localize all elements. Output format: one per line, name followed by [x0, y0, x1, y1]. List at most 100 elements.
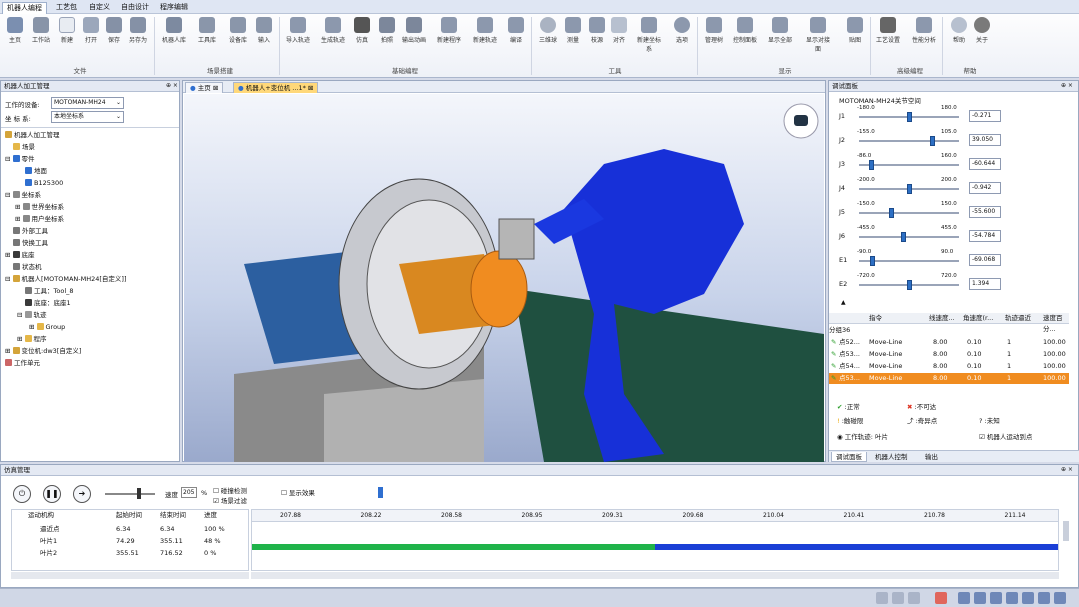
tree-item-coordinate-systems[interactable]: ⊟ 坐标系	[5, 190, 41, 201]
speed-input[interactable]: 205	[181, 487, 197, 498]
robot-library-button[interactable]: 机器人库	[162, 17, 186, 44]
tree-item-trajectory[interactable]: ⊟ 轨迹	[17, 310, 47, 321]
tree-item-state-machine[interactable]: 状态机	[13, 262, 42, 273]
joint-slider-thumb[interactable]	[907, 280, 912, 290]
view-top-icon[interactable]	[1022, 592, 1034, 604]
tree-item-positioner[interactable]: ⊞ 变位机:dw3[自定义]	[5, 346, 81, 357]
view-back-icon[interactable]	[974, 592, 986, 604]
joint-slider[interactable]	[859, 184, 959, 194]
robot-move-to-point-checkbox[interactable]: ☑ 机器人运动到点	[979, 431, 1032, 441]
tree-item-world-coord[interactable]: ⊞ 世界坐标系	[15, 202, 64, 213]
joint-value-input[interactable]: -0.942	[969, 182, 1001, 194]
speed-slider[interactable]	[105, 493, 155, 495]
horizontal-scrollbar-left[interactable]	[11, 572, 249, 579]
tree-item-base[interactable]: ⊞ 底座	[5, 250, 35, 261]
home-button[interactable]: 主页	[3, 17, 27, 44]
new-button[interactable]: 新建	[55, 17, 79, 44]
tree-item-robot-base[interactable]: 底座：底座1	[25, 298, 71, 309]
menu-tab-process-package[interactable]: 工艺包	[52, 2, 81, 14]
workstation-button[interactable]: 工作站	[29, 17, 53, 44]
joint-slider-thumb[interactable]	[930, 136, 935, 146]
new-program-button[interactable]: 新建程序	[437, 17, 461, 44]
save-as-button[interactable]: 另存为	[126, 17, 150, 44]
horizontal-scrollbar-right[interactable]	[251, 572, 1059, 579]
view-right-icon[interactable]	[1006, 592, 1018, 604]
pause-button[interactable]: ❚❚	[43, 485, 61, 503]
triangle-up-icon[interactable]: ▲	[841, 299, 846, 306]
about-button[interactable]: 关于	[970, 17, 994, 44]
tree-item-parts[interactable]: ⊟ 零件	[5, 154, 35, 165]
tree-item-program[interactable]: ⊞ 程序	[17, 334, 47, 345]
joint-slider[interactable]	[859, 112, 959, 122]
import-trajectory-button[interactable]: 导入轨迹	[286, 17, 310, 44]
menu-tab-custom[interactable]: 自定义	[85, 2, 114, 14]
joint-slider-thumb[interactable]	[907, 112, 912, 122]
joint-slider[interactable]	[859, 136, 959, 146]
joint-slider-thumb[interactable]	[907, 184, 912, 194]
3d-scene[interactable]	[184, 94, 824, 462]
timeline-marker[interactable]	[378, 487, 383, 498]
joint-slider[interactable]	[859, 160, 959, 170]
joint-value-input[interactable]: 39.050	[969, 134, 1001, 146]
joint-slider[interactable]	[859, 256, 959, 266]
performance-analysis-button[interactable]: 性能分析	[912, 17, 936, 44]
generate-trajectory-button[interactable]: 生成轨迹	[321, 17, 345, 44]
compile-button[interactable]: 编译	[504, 17, 528, 44]
collision-check-checkbox[interactable]: ☐ 碰撞检测	[213, 485, 247, 495]
joint-value-input[interactable]: -55.600	[969, 206, 1001, 218]
tree-item-root[interactable]: 机器人加工管理	[5, 130, 60, 141]
new-trajectory-button[interactable]: 新建轨迹	[473, 17, 497, 44]
show-docking-button[interactable]: 显示对接面	[806, 17, 830, 53]
pin-icon[interactable]: ⊕ ×	[166, 82, 178, 89]
scene-filter-checkbox[interactable]: ☑ 场景过滤	[213, 495, 247, 505]
view-front-icon[interactable]	[958, 592, 970, 604]
command-row[interactable]: ✎ 点53... Move-Line 8.00 0.10 1 100.00	[829, 349, 1069, 360]
speed-slider-thumb[interactable]	[137, 488, 141, 499]
joint-value-input[interactable]: -60.644	[969, 158, 1001, 170]
tree-item-tool[interactable]: 工具：Tool_8	[25, 286, 74, 297]
doc-tab-robot-positioner[interactable]: ● 机器人+变位机 ...1* ⊠	[233, 82, 319, 93]
group-row[interactable]: 分组36	[829, 325, 1069, 336]
tree-item-b125300[interactable]: B125300	[25, 178, 63, 189]
manage-tree-button[interactable]: 管理树	[702, 17, 726, 44]
input-button[interactable]: 输入	[252, 17, 276, 44]
no-render-icon[interactable]	[935, 592, 947, 604]
3d-ball-button[interactable]: 三维球	[536, 17, 560, 44]
power-button[interactable]: ⏻	[13, 485, 31, 503]
joint-slider-thumb[interactable]	[869, 160, 874, 170]
forward-button[interactable]: ➔	[73, 485, 91, 503]
device-select[interactable]: MOTOMAN-MH24 ⌄	[51, 97, 124, 109]
control-panel-button[interactable]: 控制面板	[733, 17, 757, 44]
help-button[interactable]: 帮助	[947, 17, 971, 44]
zoom-fit-icon[interactable]	[908, 592, 920, 604]
texture-button[interactable]: 贴图	[843, 17, 867, 44]
tree-item-user-coord[interactable]: ⊞ 用户坐标系	[15, 214, 64, 225]
options-button[interactable]: 选项	[670, 17, 694, 44]
photo-button[interactable]: 拍照	[375, 17, 399, 44]
joint-slider[interactable]	[859, 208, 959, 218]
open-button[interactable]: 打开	[79, 17, 103, 44]
view-left-icon[interactable]	[990, 592, 1002, 604]
command-row[interactable]: ✎ 点54... Move-Line 8.00 0.10 1 100.00	[829, 361, 1069, 372]
tree-item-group[interactable]: ⊞ Group	[29, 322, 65, 333]
menu-tab-robot-programming[interactable]: 机器人编程	[2, 2, 47, 14]
tree-item-ground[interactable]: 地面	[25, 166, 47, 177]
menu-tab-free-design[interactable]: 自由设计	[117, 2, 153, 14]
view-iso-icon[interactable]	[1054, 592, 1066, 604]
zoom-out-icon[interactable]	[892, 592, 904, 604]
tree-item-robot[interactable]: ⊟ 机器人[MOTOMAN-MH24[自定义]]	[5, 274, 127, 285]
joint-value-input[interactable]: 1.394	[969, 278, 1001, 290]
menu-tab-program-edit[interactable]: 程序编辑	[156, 2, 192, 14]
pin-icon[interactable]: ⊕ ×	[1061, 466, 1073, 473]
tab-debug-panel[interactable]: 调试面板	[831, 452, 867, 462]
show-all-button[interactable]: 显示全部	[768, 17, 792, 44]
view-bottom-icon[interactable]	[1038, 592, 1050, 604]
joint-value-input[interactable]: -0.271	[969, 110, 1001, 122]
source-button[interactable]: 枝源	[585, 17, 609, 44]
joint-slider-thumb[interactable]	[870, 256, 875, 266]
tree-item-quick-change-tools[interactable]: 快换工具	[13, 238, 48, 249]
tab-output[interactable]: 输出	[921, 452, 942, 462]
joint-slider-thumb[interactable]	[889, 208, 894, 218]
align-button[interactable]: 对齐	[607, 17, 631, 44]
vertical-scrollbar[interactable]	[1063, 521, 1069, 541]
